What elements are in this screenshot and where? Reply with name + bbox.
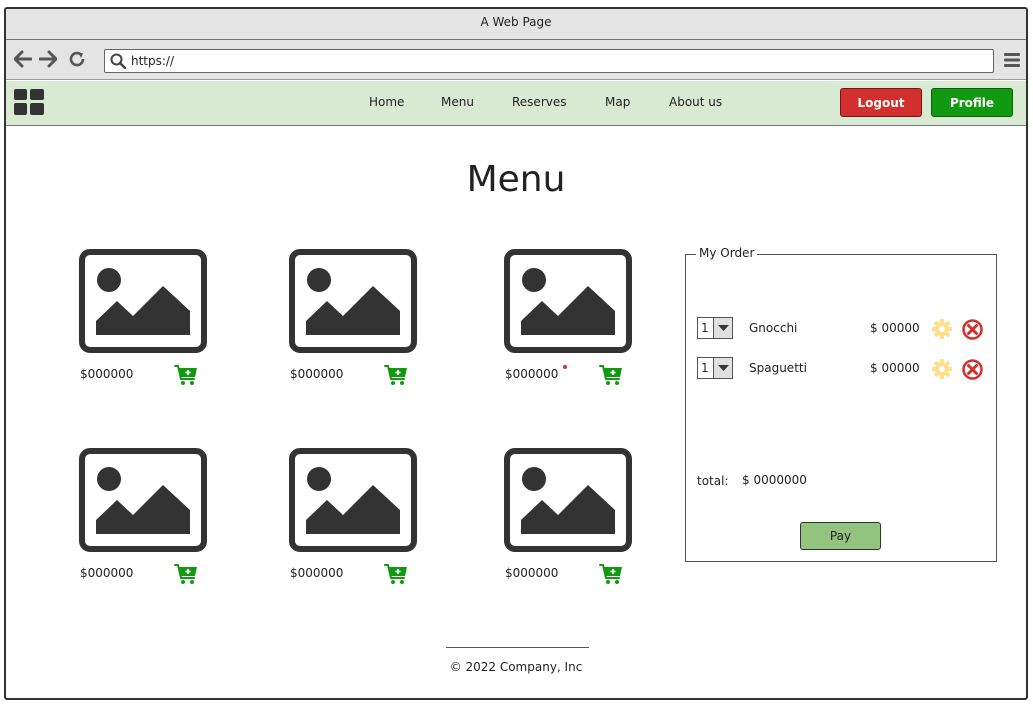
browser-window: A Web Page https:// Home Menu Reserves M…	[4, 7, 1028, 700]
image-placeholder-icon	[504, 448, 632, 552]
dropdown-arrow-icon	[713, 318, 732, 338]
dropdown-arrow-icon	[713, 358, 732, 378]
order-item-price: $ 00000	[870, 321, 920, 335]
image-placeholder-icon	[289, 448, 417, 552]
nav-link-menu[interactable]: Menu	[441, 81, 474, 123]
add-to-cart-icon[interactable]	[599, 364, 623, 386]
add-to-cart-icon[interactable]	[384, 563, 408, 585]
product-price: $000000	[290, 367, 344, 381]
product-card: $000000	[79, 448, 219, 588]
nav-link-reserves[interactable]: Reserves	[512, 81, 567, 123]
image-placeholder-icon	[289, 249, 417, 353]
remove-icon[interactable]	[962, 359, 983, 380]
add-to-cart-icon[interactable]	[174, 364, 198, 386]
app-grid-icon[interactable]	[14, 89, 44, 115]
gear-icon[interactable]	[932, 319, 952, 339]
back-arrow-icon[interactable]	[14, 50, 32, 68]
footer-divider	[446, 647, 589, 648]
my-order-panel: My Order 1 Gnocchi $ 00000 1 Spaguetti $…	[685, 246, 997, 562]
product-card: $000000	[289, 448, 429, 588]
image-placeholder-icon	[79, 249, 207, 353]
product-card: $000000	[504, 249, 644, 389]
nav-link-home[interactable]: Home	[369, 81, 404, 123]
total-label: total:	[697, 474, 729, 488]
red-dot-marker	[563, 365, 567, 369]
window-titlebar: A Web Page	[6, 9, 1026, 40]
forward-arrow-icon[interactable]	[39, 50, 57, 68]
quantity-value: 1	[701, 361, 709, 375]
add-to-cart-icon[interactable]	[174, 563, 198, 585]
image-placeholder-icon	[504, 249, 632, 353]
site-navbar: Home Menu Reserves Map About us Logout P…	[6, 81, 1026, 126]
quantity-value: 1	[701, 321, 709, 335]
address-bar: https://	[6, 40, 1026, 80]
add-to-cart-icon[interactable]	[599, 563, 623, 585]
product-price: $000000	[80, 367, 134, 381]
quantity-select[interactable]: 1	[697, 357, 733, 379]
hamburger-menu-icon[interactable]	[1004, 52, 1020, 68]
nav-link-about-us[interactable]: About us	[669, 81, 722, 123]
product-card: $000000	[79, 249, 219, 389]
product-card: $000000	[504, 448, 644, 588]
order-item-name: Spaguetti	[749, 361, 807, 375]
logout-button[interactable]: Logout	[840, 88, 922, 117]
page-title: Menu	[466, 159, 566, 200]
product-price: $000000	[505, 367, 559, 381]
remove-icon[interactable]	[962, 319, 983, 340]
footer-copyright: © 2022 Company, Inc	[449, 660, 583, 674]
quantity-select[interactable]: 1	[697, 317, 733, 339]
product-price: $000000	[290, 566, 344, 580]
total-value: $ 0000000	[742, 473, 807, 487]
url-input[interactable]: https://	[104, 49, 994, 73]
reload-icon[interactable]	[68, 50, 86, 68]
order-item-name: Gnocchi	[749, 321, 798, 335]
profile-button[interactable]: Profile	[931, 88, 1013, 117]
url-text: https://	[131, 54, 175, 68]
search-icon	[110, 53, 126, 69]
product-price: $000000	[505, 566, 559, 580]
add-to-cart-icon[interactable]	[384, 364, 408, 386]
nav-link-map[interactable]: Map	[605, 81, 630, 123]
product-price: $000000	[80, 566, 134, 580]
product-card: $000000	[289, 249, 429, 389]
pay-button[interactable]: Pay	[800, 522, 881, 550]
image-placeholder-icon	[79, 448, 207, 552]
order-panel-title: My Order	[696, 246, 758, 260]
order-item-price: $ 00000	[870, 361, 920, 375]
gear-icon[interactable]	[932, 359, 952, 379]
window-title: A Web Page	[480, 15, 552, 29]
